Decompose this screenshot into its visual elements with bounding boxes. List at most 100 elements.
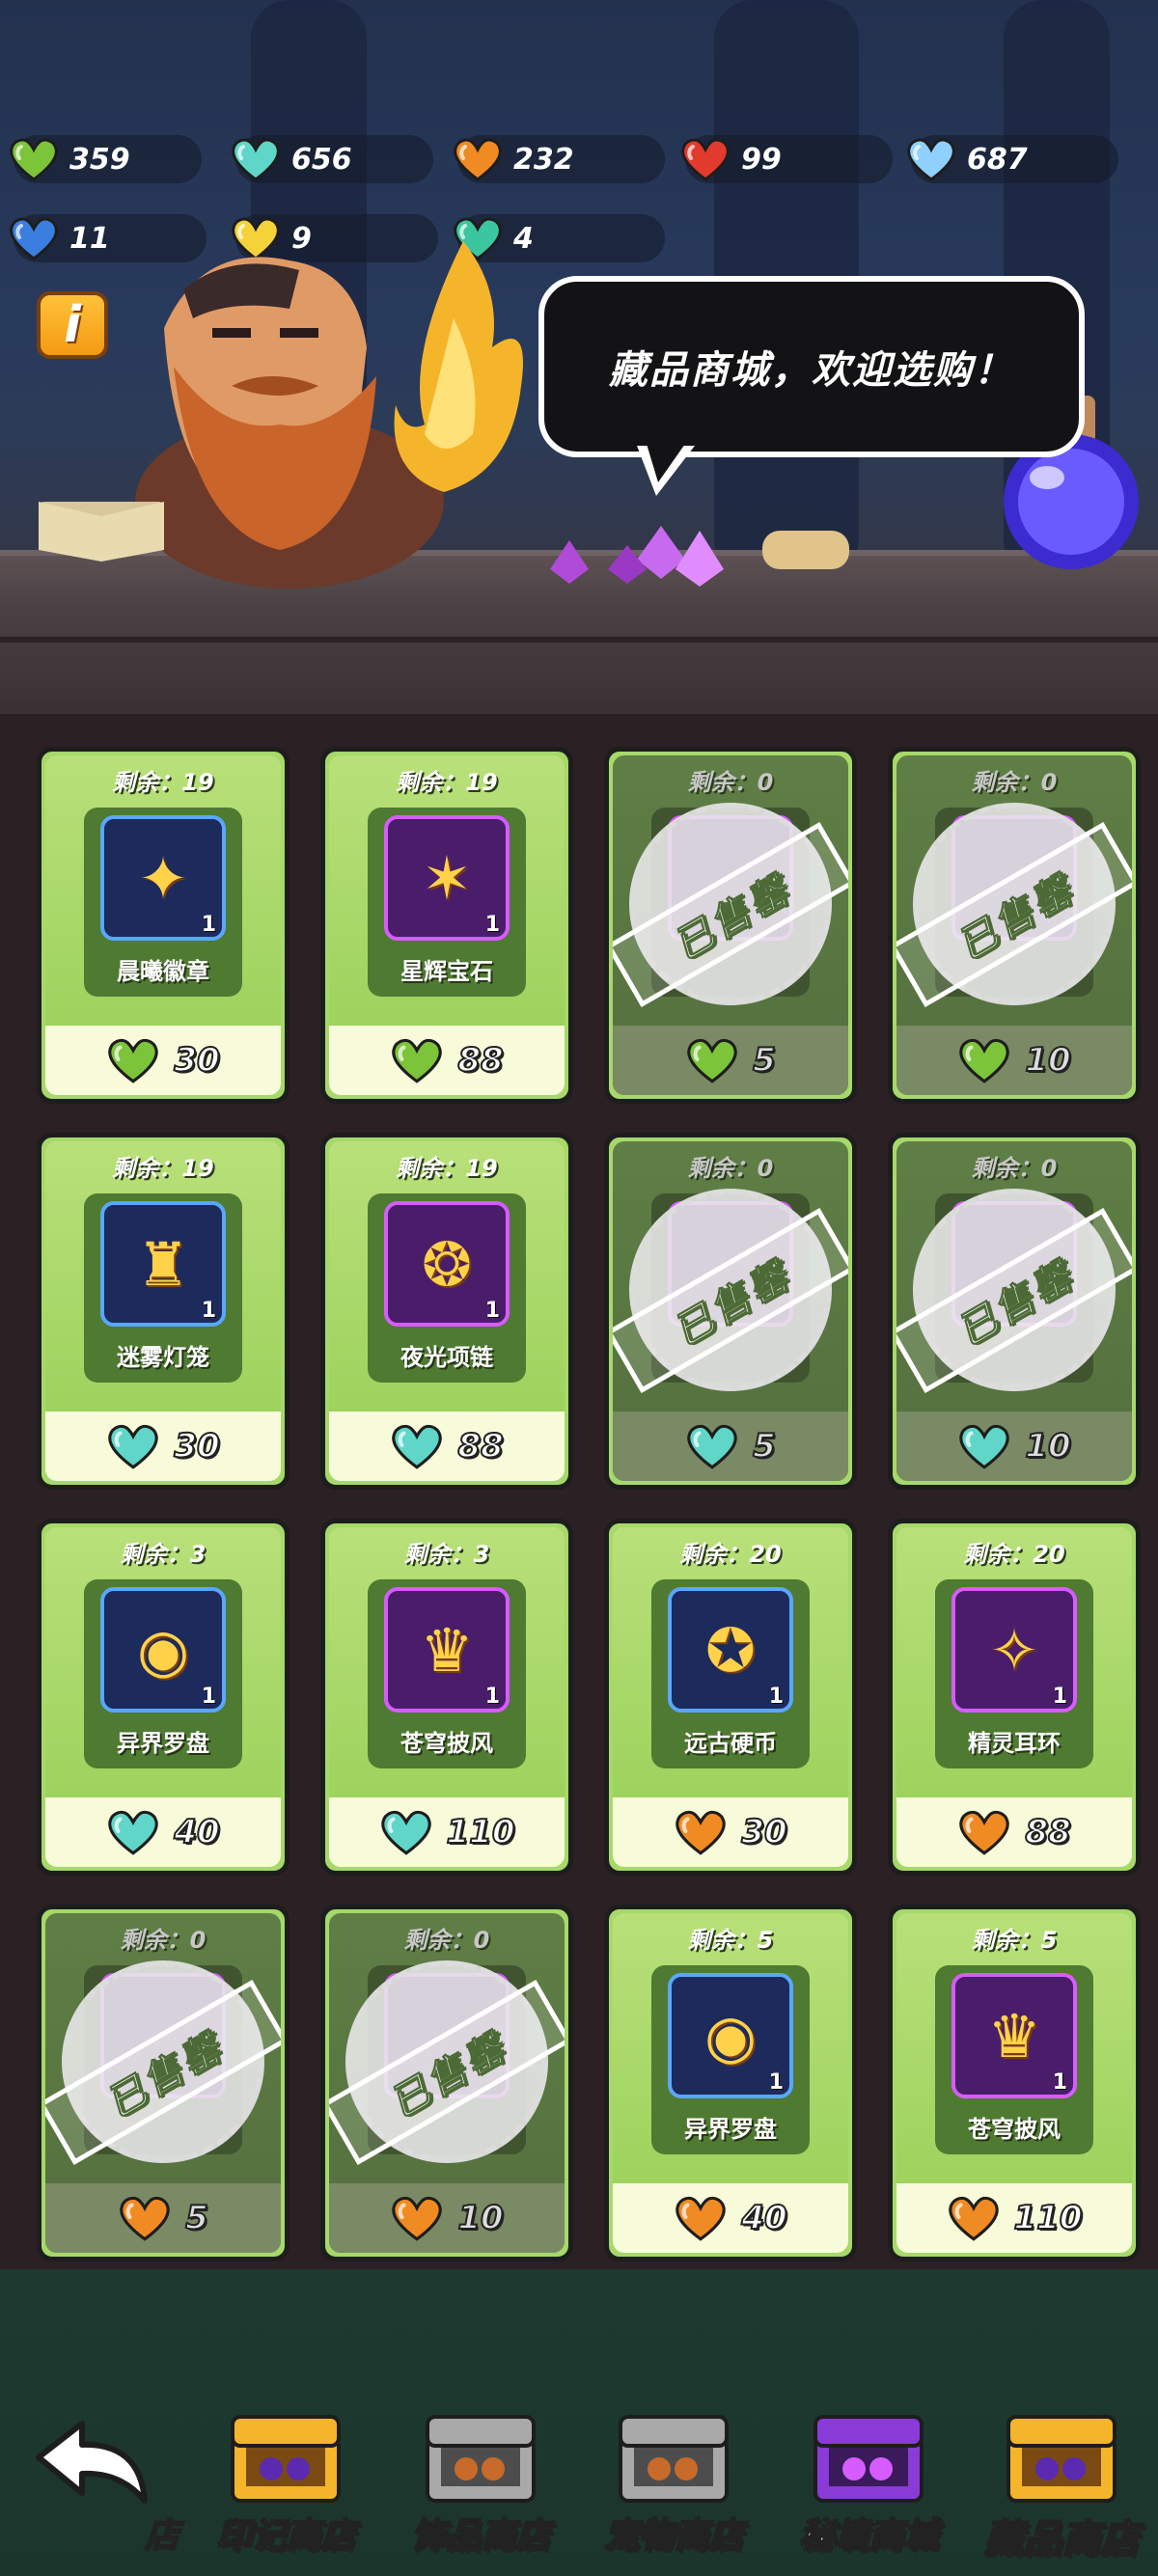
- sold-out-item-card[interactable]: 剩余：0 5 已售罄: [37, 1905, 290, 2261]
- card-body: 剩余：5 ◉ 1 异界罗盘 40: [613, 1913, 848, 2253]
- orange-heart-icon: [390, 2193, 444, 2243]
- back-arrow-icon[interactable]: [29, 2414, 154, 2510]
- remaining-count: 剩余：19: [396, 1155, 498, 1182]
- item-icon: ✪ 1: [668, 1587, 793, 1713]
- item-icon: ✧ 1: [951, 1587, 1077, 1713]
- item-glyph: ♛: [987, 2000, 1041, 2071]
- remaining-count: 剩余：0: [687, 769, 774, 796]
- item-grid: 剩余：19 ✦ 1 晨曦徽章 30 剩余：19 ✶ 1 星辉宝石 88 剩余：0 5 已售罄 剩余：0 10…: [0, 714, 1158, 2269]
- item-glyph: ✧: [989, 1614, 1039, 1685]
- item-name: 异界罗盘: [117, 1730, 209, 1757]
- item-icon: ◉ 1: [668, 1973, 793, 2098]
- remaining-count: 剩余：19: [112, 1155, 214, 1182]
- remaining-count: 剩余：0: [687, 1155, 774, 1182]
- card-body: 剩余：3 ◉ 1 异界罗盘 40: [45, 1527, 281, 1867]
- item-name: 精灵耳环: [968, 1730, 1061, 1757]
- nav-tab-2[interactable]: 宠物商店: [577, 2390, 770, 2563]
- item-name: 异界罗盘: [684, 2116, 777, 2143]
- lightblue-heart-icon: [905, 135, 957, 183]
- resource-value: 687: [967, 142, 1028, 177]
- shop-item-card[interactable]: 剩余：20 ✧ 1 精灵耳环 88: [888, 1519, 1141, 1876]
- item-frame: ✧ 1 精灵耳环: [935, 1579, 1093, 1768]
- red-heart-icon: [679, 135, 731, 183]
- item-price: 40: [740, 2198, 787, 2238]
- item-price: 10: [1024, 1426, 1071, 1466]
- orange-heart-icon: [947, 2193, 1001, 2243]
- item-quantity: 1: [1052, 2070, 1067, 2095]
- shop-item-card[interactable]: 剩余：19 ✦ 1 晨曦徽章 30: [37, 747, 290, 1104]
- item-quantity: 1: [768, 2070, 784, 2095]
- item-glyph: ✶: [422, 842, 472, 914]
- nav-tab-label: 印记商店: [215, 2515, 356, 2557]
- card-body: 剩余：0 10 已售罄: [896, 1141, 1132, 1481]
- merchant-character: [39, 241, 523, 589]
- speech-bubble-tail-inner: [647, 444, 685, 482]
- item-price: 110: [1013, 2198, 1084, 2238]
- nav-tab-1[interactable]: 饰品商店: [384, 2390, 577, 2563]
- price-bar: 30: [613, 1797, 848, 1867]
- remaining-count: 剩余：3: [120, 1541, 207, 1568]
- resource-value: 232: [513, 142, 574, 177]
- shop-chest-icon: [231, 2415, 341, 2503]
- item-name: 夜光项链: [400, 1344, 493, 1371]
- price-bar: 88: [329, 1026, 565, 1095]
- cyan-heart-icon: [685, 1421, 739, 1471]
- nav-tab-0[interactable]: 印记商店: [189, 2390, 382, 2563]
- nav-tab-label: 宠物商店: [603, 2515, 744, 2557]
- nav-tab-label: 藏品商店: [983, 2516, 1140, 2562]
- item-frame: ♛ 1 苍穹披风: [368, 1579, 526, 1768]
- bottom-shop-nav: 店 印记商店 饰品商店 宠物商店 秘境商城 藏品商店: [0, 2269, 1158, 2576]
- crystal-pile: [550, 526, 849, 587]
- shop-item-card[interactable]: 剩余：20 ✪ 1 远古硬币 30: [604, 1519, 857, 1876]
- item-icon: ♛ 1: [384, 1587, 510, 1713]
- shop-header-scene: 359 656 232 99 687 11 9 4 i 藏品商城，欢迎选购！: [0, 0, 1158, 714]
- nav-tab-label: 秘境商城: [798, 2515, 939, 2557]
- price-bar: 5: [613, 1411, 848, 1481]
- item-frame: ❂ 1 夜光项链: [368, 1193, 526, 1383]
- remaining-count: 剩余：19: [396, 769, 498, 796]
- sold-out-item-card[interactable]: 剩余：0 5 已售罄: [604, 747, 857, 1104]
- shop-item-card[interactable]: 剩余：5 ♛ 1 苍穹披风 110: [888, 1905, 1141, 2261]
- item-icon: ♛ 1: [951, 1973, 1077, 2098]
- sold-out-item-card[interactable]: 剩余：0 10 已售罄: [320, 1905, 573, 2261]
- item-name: 星辉宝石: [400, 958, 493, 985]
- item-icon: ✶ 1: [384, 815, 510, 941]
- item-icon: ❂ 1: [384, 1201, 510, 1327]
- price-bar: 110: [329, 1797, 565, 1867]
- shop-item-card[interactable]: 剩余：19 ♜ 1 迷雾灯笼 30: [37, 1133, 290, 1490]
- item-quantity: 1: [768, 1685, 784, 1709]
- resource-orange: 232: [454, 135, 665, 183]
- price-bar: 10: [329, 2183, 565, 2253]
- cyan-heart-icon: [379, 1807, 433, 1857]
- sold-out-item-card[interactable]: 剩余：0 10 已售罄: [888, 747, 1141, 1104]
- item-name: 晨曦徽章: [117, 958, 209, 985]
- item-quantity: 1: [201, 1299, 216, 1323]
- cyan-heart-icon: [390, 1421, 444, 1471]
- item-quantity: 1: [484, 1299, 500, 1323]
- item-quantity: 1: [484, 1685, 500, 1709]
- shop-item-card[interactable]: 剩余：3 ♛ 1 苍穹披风 110: [320, 1519, 573, 1876]
- item-price: 30: [173, 1426, 220, 1466]
- sold-out-item-card[interactable]: 剩余：0 5 已售罄: [604, 1133, 857, 1490]
- shop-item-card[interactable]: 剩余：5 ◉ 1 异界罗盘 40: [604, 1905, 857, 2261]
- nav-tab-3[interactable]: 秘境商城: [772, 2390, 965, 2563]
- item-glyph: ◉: [136, 1614, 190, 1685]
- item-price: 40: [173, 1812, 220, 1852]
- sold-out-item-card[interactable]: 剩余：0 10 已售罄: [888, 1133, 1141, 1490]
- shop-chest-icon: [426, 2415, 536, 2503]
- green-heart-icon: [685, 1035, 739, 1085]
- card-body: 剩余：0 5 已售罄: [613, 1141, 848, 1481]
- shop-item-card[interactable]: 剩余：19 ✶ 1 星辉宝石 88: [320, 747, 573, 1104]
- nav-tab-4[interactable]: 藏品商店: [965, 2390, 1158, 2563]
- resource-value: 656: [291, 142, 352, 177]
- item-price: 30: [173, 1040, 220, 1081]
- price-bar: 10: [896, 1026, 1132, 1095]
- card-body: 剩余：20 ✧ 1 精灵耳环 88: [896, 1527, 1132, 1867]
- resource-lightblue: 687: [907, 135, 1118, 183]
- remaining-count: 剩余：0: [971, 1155, 1058, 1182]
- item-name: 迷雾灯笼: [117, 1344, 209, 1371]
- item-price: 5: [184, 2198, 209, 2238]
- green-heart-icon: [957, 1035, 1011, 1085]
- shop-item-card[interactable]: 剩余：3 ◉ 1 异界罗盘 40: [37, 1519, 290, 1876]
- shop-item-card[interactable]: 剩余：19 ❂ 1 夜光项链 88: [320, 1133, 573, 1490]
